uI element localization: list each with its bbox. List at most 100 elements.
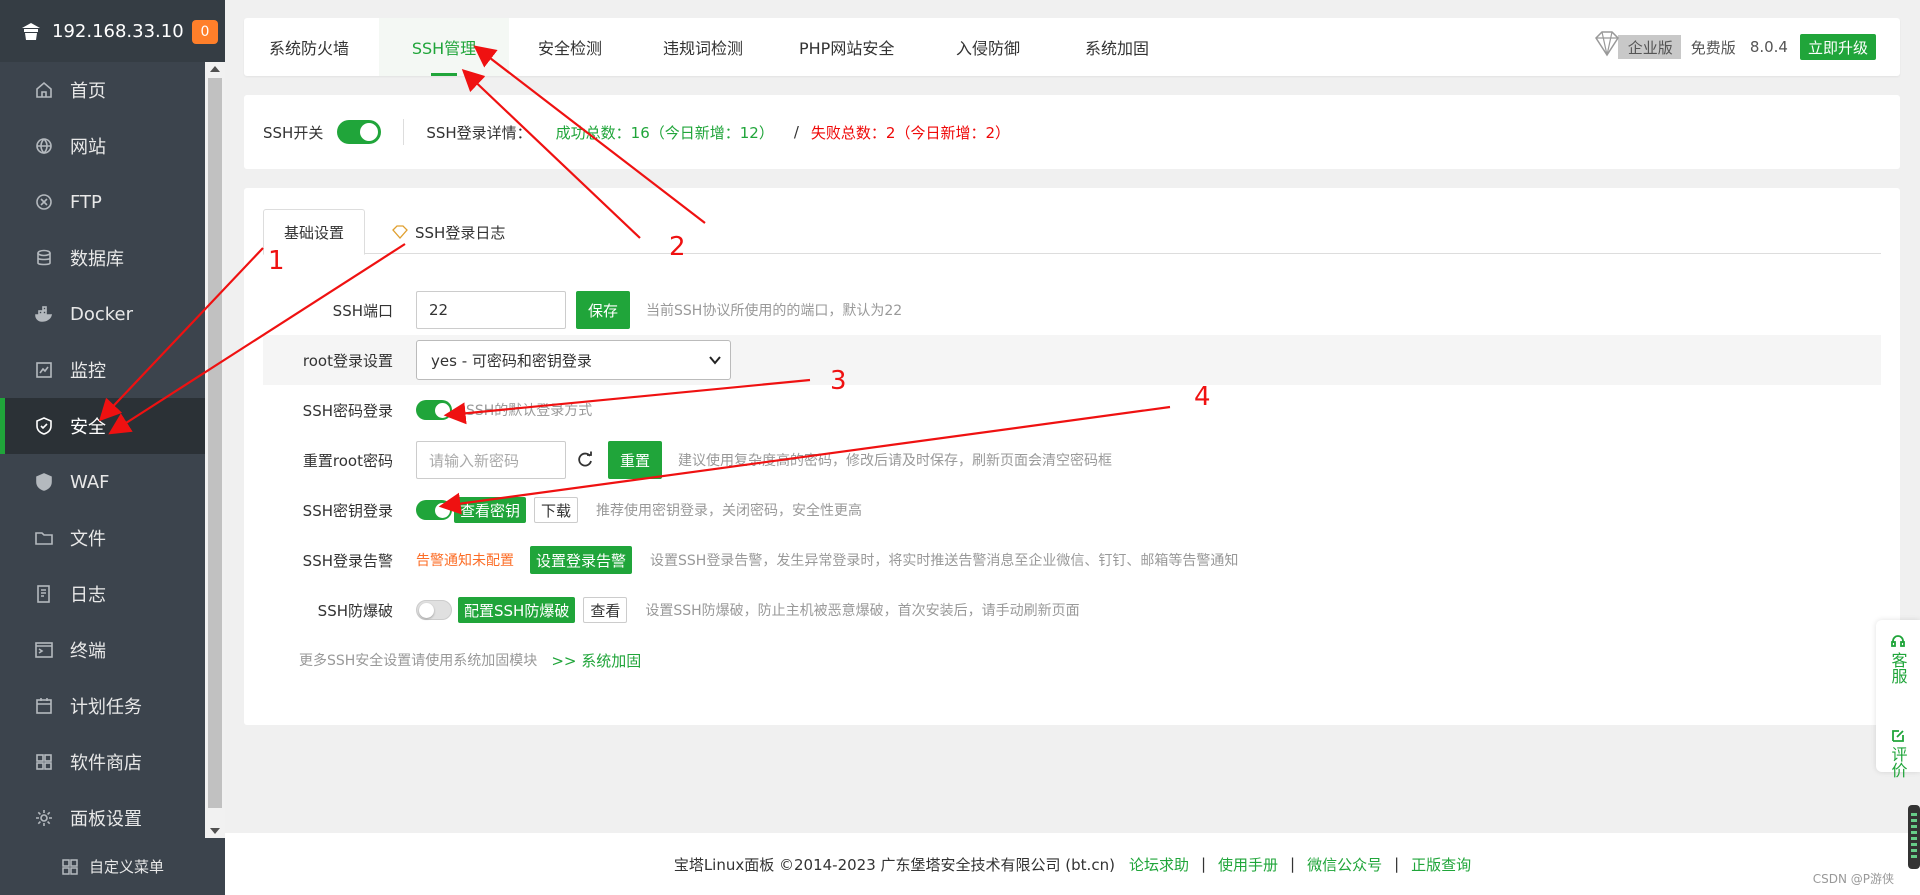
copyright-text: 宝塔Linux面板 ©2014-2023 广东堡塔安全技术有限公司 (bt.cn… (673, 855, 1115, 874)
sidebar-item-label: FTP (70, 191, 102, 213)
config-brute-force-button[interactable]: 配置SSH防爆破 (458, 597, 576, 623)
brand: 192.168.33.10 0 (0, 0, 225, 62)
more-settings-text: 更多SSH安全设置请使用系统加固模块 (299, 653, 538, 669)
customer-service-button[interactable]: 客服 (1876, 634, 1920, 684)
sidebar-item-label: WAF (70, 471, 110, 493)
root-login-select[interactable]: yes - 可密码和密钥登录 (416, 340, 731, 380)
password-login-label: SSH密码登录 (302, 401, 393, 420)
sidebar-item-docker[interactable]: Docker (0, 286, 205, 342)
annotation-number-1: 1 (268, 246, 285, 276)
sidebar-item-monitor[interactable]: 监控 (0, 342, 205, 398)
tab-ssh[interactable]: SSH管理 (379, 18, 509, 76)
tab-ssh-log-label: SSH登录日志 (415, 223, 506, 242)
custom-menu-label: 自定义菜单 (88, 858, 164, 876)
wechat-link[interactable]: 微信公众号 (1307, 854, 1382, 875)
tab-php-security[interactable]: PHP网站安全 (799, 18, 894, 76)
active-tab-indicator (431, 73, 457, 76)
settings-tabs: 基础设置 SSH登录日志 (263, 209, 1881, 255)
forum-link[interactable]: 论坛求助 (1129, 854, 1189, 875)
ssh-switch-toggle[interactable] (337, 120, 382, 144)
login-success-count[interactable]: 成功总数：16（今日新增：12） (556, 122, 774, 143)
sidebar-menu: 首页 网站 FTP 数据库 Docker 监控 安全 WAF 文件 日志 终端 … (0, 62, 205, 838)
sidebar-item-store[interactable]: 软件商店 (0, 734, 205, 790)
key-login-toggle[interactable] (416, 500, 452, 520)
scroll-up-icon[interactable] (210, 66, 220, 72)
sidebar-item-files[interactable]: 文件 (0, 510, 205, 566)
gear-icon (34, 808, 54, 828)
security-tabs: 系统防火墙 SSH管理 安全检测 违规词检测 PHP网站安全 入侵防御 系统加固… (244, 18, 1900, 76)
row-more-settings: 更多SSH安全设置请使用系统加固模块 >> 系统加固 (263, 635, 1881, 685)
docker-icon (34, 304, 54, 324)
sidebar-item-logs[interactable]: 日志 (0, 566, 205, 622)
notification-badge[interactable]: 0 (192, 20, 218, 44)
scroll-down-icon[interactable] (210, 828, 220, 834)
sidebar-item-security[interactable]: 安全 (0, 398, 205, 454)
calendar-icon (34, 696, 54, 716)
sidebar-item-label: 网站 (70, 137, 106, 158)
folder-icon (34, 528, 54, 548)
brute-force-toggle[interactable] (416, 600, 452, 620)
login-detail-label: SSH登录详情： (426, 123, 532, 142)
watermark: CSDN @P游侠 (1812, 872, 1894, 886)
download-key-button[interactable]: 下载 (534, 497, 579, 523)
manual-link[interactable]: 使用手册 (1218, 854, 1278, 875)
free-edition-label: 免费版 (1690, 38, 1736, 57)
tab-security-check[interactable]: 安全检测 (538, 18, 602, 76)
sidebar-item-website[interactable]: 网站 (0, 118, 205, 174)
ssh-port-label: SSH端口 (332, 301, 393, 320)
waf-shield-icon (34, 472, 54, 492)
chevron-down-icon (709, 356, 721, 365)
license-check-link[interactable]: 正版查询 (1411, 854, 1471, 875)
tab-intrusion[interactable]: 入侵防御 (956, 18, 1020, 76)
reset-password-button[interactable]: 重置 (608, 441, 663, 479)
divider (403, 119, 405, 145)
sidebar-item-ftp[interactable]: FTP (0, 174, 205, 230)
scrollbar-thumb[interactable] (208, 78, 222, 808)
sidebar: 192.168.33.10 0 首页 网站 FTP 数据库 Docker 监控 (0, 0, 225, 895)
login-alert-label: SSH登录告警 (302, 551, 393, 570)
annotation-number-2: 2 (669, 232, 686, 262)
set-login-alert-button[interactable]: 设置登录告警 (530, 546, 633, 574)
ssh-port-input[interactable]: 22 (416, 291, 566, 329)
sidebar-item-settings[interactable]: 面板设置 (0, 790, 205, 838)
sidebar-scrollbar[interactable] (205, 62, 225, 838)
footer-separator: | (1200, 855, 1207, 873)
tab-word-check[interactable]: 违规词检测 (663, 18, 743, 76)
upgrade-button[interactable]: 立即升级 (1799, 34, 1876, 60)
new-password-input[interactable]: 请输入新密码 (416, 441, 566, 479)
view-brute-force-button[interactable]: 查看 (583, 597, 628, 623)
save-port-button[interactable]: 保存 (576, 291, 631, 329)
annotation-number-4: 4 (1194, 382, 1211, 412)
custom-menu-button[interactable]: 自定义菜单 (0, 838, 225, 895)
tab-hardening[interactable]: 系统加固 (1085, 18, 1149, 76)
refresh-icon[interactable] (576, 451, 594, 469)
review-button[interactable]: 评价 (1876, 728, 1920, 778)
footer: 宝塔Linux面板 ©2014-2023 广东堡塔安全技术有限公司 (bt.cn… (225, 833, 1920, 895)
edit-icon (1892, 730, 1904, 742)
database-icon (34, 248, 54, 268)
password-login-hint: SSH的默认登录方式 (466, 403, 593, 419)
vip-diamond-icon (392, 225, 408, 239)
system-hardening-link[interactable]: >> 系统加固 (551, 650, 641, 671)
sidebar-item-terminal[interactable]: 终端 (0, 622, 205, 678)
login-fail-count[interactable]: 失败总数：2（今日新增：2） (811, 122, 1010, 143)
monitor-icon (34, 360, 54, 380)
tab-firewall[interactable]: 系统防火墙 (269, 18, 349, 76)
view-key-button[interactable]: 查看密钥 (454, 497, 527, 523)
sidebar-item-database[interactable]: 数据库 (0, 230, 205, 286)
footer-separator: | (1394, 855, 1400, 873)
enterprise-label: 企业版 (1627, 38, 1673, 57)
apps-icon (34, 752, 54, 772)
sidebar-item-waf[interactable]: WAF (0, 454, 205, 510)
sidebar-item-home[interactable]: 首页 (0, 62, 205, 118)
enterprise-badge[interactable]: 企业版 (1594, 31, 1681, 59)
row-key-login: SSH密钥登录 查看密钥 下载 推荐使用密钥登录，关闭密码，安全性更高 (263, 485, 1881, 535)
sidebar-item-label: 计划任务 (70, 697, 142, 718)
password-login-toggle[interactable] (416, 400, 452, 420)
terminal-icon (34, 640, 54, 660)
tab-ssh-log[interactable]: SSH登录日志 (371, 209, 525, 255)
floating-widget: 客服 评价 (1876, 620, 1920, 778)
log-icon (34, 584, 54, 604)
row-password-login: SSH密码登录 SSH的默认登录方式 (263, 385, 1881, 435)
sidebar-item-cron[interactable]: 计划任务 (0, 678, 205, 734)
